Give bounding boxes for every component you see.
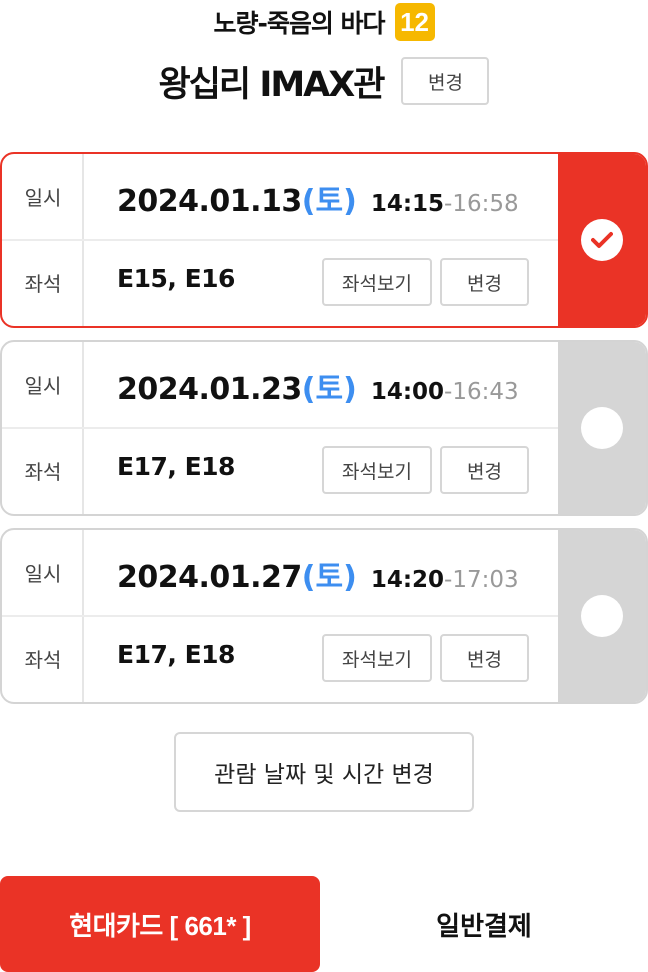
seat-change-button[interactable]: 변경 [440,446,529,494]
seat-numbers: E15, E16 [117,264,235,293]
theater-name: 왕십리 IMAX관 [158,64,386,105]
select-area[interactable] [558,342,646,514]
select-area[interactable] [558,530,646,702]
date-label: 일시 [24,562,62,586]
normal-pay-button[interactable]: 일반결제 [320,876,648,972]
showtime-day: (토) [301,184,357,219]
row-divider [2,239,558,241]
radio-selected[interactable] [581,219,623,261]
showtime-end: -16:43 [444,379,519,405]
theater-change-button[interactable]: 변경 [401,57,490,105]
seat-label: 좌석 [24,272,62,296]
seat-change-button[interactable]: 변경 [440,258,529,306]
showtime-day: (토) [301,372,357,407]
date-label: 일시 [24,374,62,398]
seat-label: 좌석 [24,648,62,672]
showtime-card[interactable]: 일시 2024.01.23 (토) 14:00 -16:43 좌석 E17, E… [0,340,648,516]
showtime-end: -16:58 [444,191,519,217]
booking-header: 노량-죽음의 바다 12 왕십리 IMAX관 변경 [0,0,648,130]
showtime-datetime: 2024.01.13 (토) 14:15 -16:58 [117,176,519,220]
radio-unselected[interactable] [581,407,623,449]
seat-numbers: E17, E18 [117,640,235,669]
row-divider [2,427,558,429]
showtime-date: 2024.01.27 [117,560,302,595]
card-pay-button[interactable]: 현대카드 [ 661* ] [0,876,320,972]
seat-label: 좌석 [24,460,62,484]
seat-change-button[interactable]: 변경 [440,634,529,682]
seat-view-button[interactable]: 좌석보기 [322,258,432,306]
showtime-start: 14:15 [370,191,445,217]
showtime-datetime: 2024.01.23 (토) 14:00 -16:43 [117,364,519,408]
row-divider [2,615,558,617]
movie-row: 노량-죽음의 바다 12 [0,2,648,42]
showtime-date: 2024.01.23 [117,372,302,407]
showtime-datetime: 2024.01.27 (토) 14:20 -17:03 [117,552,519,596]
check-icon [591,232,613,248]
change-datetime-button[interactable]: 관람 날짜 및 시간 변경 [174,732,474,812]
showtime-day: (토) [301,560,357,595]
showtime-start: 14:20 [370,567,445,593]
showtime-start: 14:00 [370,379,445,405]
seat-view-button[interactable]: 좌석보기 [322,634,432,682]
showtime-end: -17:03 [444,567,519,593]
seat-numbers: E17, E18 [117,452,235,481]
showtime-date: 2024.01.13 [117,184,302,219]
movie-title: 노량-죽음의 바다 [213,9,385,38]
payment-bar: 현대카드 [ 661* ] 일반결제 [0,876,648,972]
showtime-card[interactable]: 일시 2024.01.13 (토) 14:15 -16:58 좌석 E15, E… [0,152,648,328]
radio-unselected[interactable] [581,595,623,637]
date-label: 일시 [24,186,62,210]
select-area[interactable] [558,154,646,326]
theater-row: 왕십리 IMAX관 변경 [0,56,648,106]
age-rating-badge: 12 [394,3,435,41]
seat-view-button[interactable]: 좌석보기 [322,446,432,494]
showtime-card[interactable]: 일시 2024.01.27 (토) 14:20 -17:03 좌석 E17, E… [0,528,648,704]
